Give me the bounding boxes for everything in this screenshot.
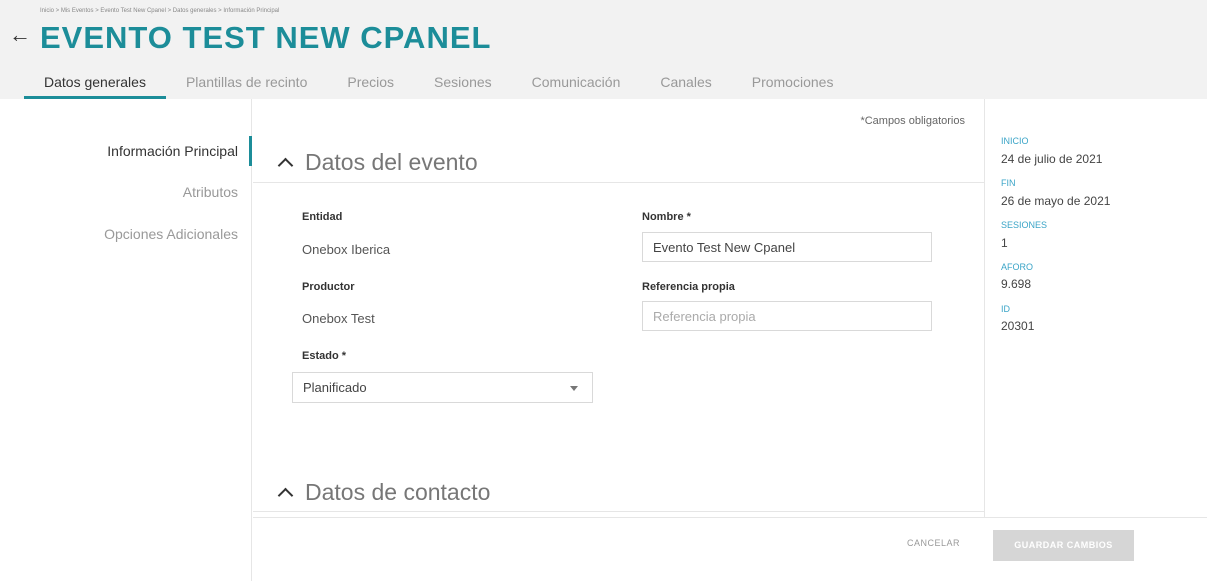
required-fields-note: *Campos obligatorios: [860, 115, 965, 127]
entidad-value: Onebox Iberica: [302, 242, 391, 257]
sesiones-label: SESIONES: [1001, 220, 1048, 230]
event-summary-panel: INICIO 24 de julio de 2021 FIN 26 de may…: [984, 99, 1207, 517]
estado-label: Estado *: [302, 350, 347, 362]
section-nav: Información Principal Atributos Opciones…: [0, 99, 252, 581]
section-divider: [253, 182, 984, 183]
chevron-up-icon: [277, 487, 294, 504]
breadcrumb[interactable]: Inicio > Mis Eventos > Evento Test New C…: [40, 8, 279, 14]
id-value: 20301: [1001, 319, 1035, 333]
nav-item-atributos[interactable]: Atributos: [183, 184, 238, 200]
sesiones-value: 1: [1001, 236, 1008, 250]
nav-item-informacion-principal[interactable]: Información Principal: [107, 143, 238, 159]
nav-divider: [251, 99, 252, 581]
referencia-label: Referencia propia: [642, 281, 735, 293]
action-footer: CANCELAR GUARDAR CAMBIOS: [253, 517, 1207, 581]
aforo-label: AFORO: [1001, 262, 1034, 272]
estado-selected-value: Planificado: [303, 380, 367, 395]
productor-label: Productor: [302, 281, 355, 293]
inicio-value: 24 de julio de 2021: [1001, 152, 1103, 166]
fin-value: 26 de mayo de 2021: [1001, 194, 1111, 208]
active-indicator: [249, 136, 252, 166]
nombre-label: Nombre *: [642, 211, 691, 223]
aforo-value: 9.698: [1001, 277, 1032, 291]
fin-label: FIN: [1001, 178, 1016, 188]
entidad-label: Entidad: [302, 211, 343, 223]
tab-promociones[interactable]: Promociones: [732, 72, 854, 99]
save-changes-button[interactable]: GUARDAR CAMBIOS: [993, 530, 1134, 561]
form-content: *Campos obligatorios Datos del evento En…: [253, 99, 984, 517]
productor-value: Onebox Test: [302, 311, 375, 326]
section-divider: [253, 511, 984, 512]
section-title-datos-evento: Datos del evento: [305, 149, 478, 175]
tab-datos-generales[interactable]: Datos generales: [24, 72, 166, 99]
tab-precios[interactable]: Precios: [327, 72, 414, 99]
tab-canales[interactable]: Canales: [640, 72, 731, 99]
nombre-input[interactable]: [642, 232, 932, 262]
section-toggle-datos-contacto[interactable]: Datos de contacto: [276, 479, 490, 506]
tab-plantillas-de-recinto[interactable]: Plantillas de recinto: [166, 72, 327, 99]
id-label: ID: [1001, 304, 1010, 314]
section-title-datos-contacto: Datos de contacto: [305, 479, 491, 505]
tab-comunicacion[interactable]: Comunicación: [512, 72, 641, 99]
arrow-left-icon[interactable]: ←: [9, 23, 31, 47]
page-header: Inicio > Mis Eventos > Evento Test New C…: [0, 0, 1207, 99]
chevron-up-icon: [277, 157, 294, 174]
caret-down-icon: [570, 386, 578, 391]
estado-select[interactable]: Planificado: [292, 372, 593, 403]
referencia-input[interactable]: [642, 301, 932, 331]
tab-sesiones[interactable]: Sesiones: [414, 72, 512, 99]
nav-item-opciones-adicionales[interactable]: Opciones Adicionales: [104, 226, 238, 242]
cancel-button[interactable]: CANCELAR: [907, 538, 960, 548]
section-toggle-datos-evento[interactable]: Datos del evento: [276, 149, 478, 176]
inicio-label: INICIO: [1001, 136, 1029, 146]
page-title: EVENTO TEST NEW CPANEL: [40, 20, 492, 55]
tab-bar: Datos generales Plantillas de recinto Pr…: [24, 72, 853, 99]
